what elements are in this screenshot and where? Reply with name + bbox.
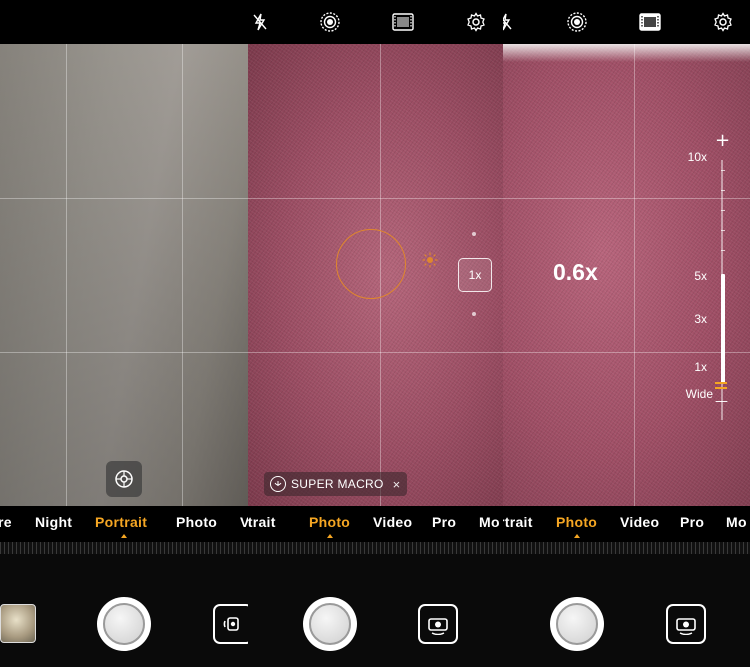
grid-line xyxy=(182,44,183,506)
zoom-slider-thumb[interactable] xyxy=(715,382,727,384)
zoom-tick xyxy=(721,170,725,171)
mode-item-portrait[interactable]: rtrait xyxy=(248,514,276,530)
active-mode-caret xyxy=(121,534,127,538)
shutter-button[interactable] xyxy=(97,597,151,651)
switch-camera-button[interactable] xyxy=(418,604,458,644)
zoom-out-icon[interactable]: — xyxy=(715,394,728,409)
mode-item-video[interactable]: Video xyxy=(373,514,412,530)
switch-camera-button[interactable] xyxy=(666,604,706,644)
mode-tick-strip xyxy=(248,542,503,554)
bottom-controls xyxy=(0,554,248,667)
top-bar xyxy=(248,0,503,44)
zoom-label-wide[interactable]: Wide xyxy=(673,387,713,401)
mode-item-more[interactable]: Mo xyxy=(479,514,500,530)
zoom-label-3x[interactable]: 3x xyxy=(667,312,707,326)
ai-lens-button[interactable] xyxy=(565,10,589,34)
mode-selector[interactable]: re Night Portrait Photo V xyxy=(0,506,248,542)
zoom-tick xyxy=(721,250,725,251)
flash-off-icon xyxy=(253,13,267,31)
shutter-button[interactable] xyxy=(550,597,604,651)
zoom-tick xyxy=(721,190,725,191)
zoom-readout: 0.6x xyxy=(553,259,598,285)
grid-line xyxy=(0,198,248,199)
bottom-controls xyxy=(248,554,503,667)
zoom-label-1x[interactable]: 1x xyxy=(667,360,707,374)
mode-tick-strip xyxy=(0,542,248,554)
zoom-level-button[interactable]: 1x xyxy=(458,258,492,292)
film-filter-button[interactable] xyxy=(638,10,662,34)
grid-line xyxy=(248,198,503,199)
bottom-controls xyxy=(503,554,750,667)
super-macro-label: SUPER MACRO xyxy=(291,477,384,491)
ai-lens-icon xyxy=(567,12,587,32)
zoom-dot[interactable] xyxy=(472,312,476,316)
viewfinder[interactable]: 1x SUPER MACRO × xyxy=(248,44,503,506)
mode-item-portrait[interactable]: Portrait xyxy=(95,514,147,530)
grid-line xyxy=(503,198,750,199)
mode-item-portrait[interactable]: rtrait xyxy=(503,514,533,530)
switch-camera-icon xyxy=(428,618,448,635)
gear-icon xyxy=(714,12,732,32)
exposure-sun-icon[interactable] xyxy=(422,252,438,268)
switch-camera-icon xyxy=(676,618,696,635)
viewfinder[interactable]: 0.6x + — 10x 5x 3x 1x Wide xyxy=(503,44,750,506)
zoom-in-icon[interactable]: + xyxy=(715,132,730,150)
macro-flower-icon xyxy=(270,476,286,492)
grid-line xyxy=(503,352,750,353)
zoom-slider-thumb[interactable] xyxy=(715,387,727,389)
switch-camera-icon xyxy=(223,617,239,631)
aperture-icon xyxy=(115,470,133,488)
shutter-button[interactable] xyxy=(303,597,357,651)
mode-selector[interactable]: rtrait Photo Video Pro Mo xyxy=(503,506,750,542)
zoom-dot[interactable] xyxy=(472,232,476,236)
mode-item[interactable]: V xyxy=(240,514,248,530)
super-macro-badge[interactable]: SUPER MACRO × xyxy=(264,472,407,496)
camera-screen-portrait: re Night Portrait Photo V xyxy=(0,0,248,667)
active-mode-caret xyxy=(327,534,333,538)
ai-lens-button[interactable] xyxy=(318,10,342,34)
flash-off-icon xyxy=(503,13,512,31)
zoom-tick xyxy=(721,230,725,231)
grid-line xyxy=(66,44,67,506)
mode-item-video[interactable]: Video xyxy=(620,514,659,530)
top-bar xyxy=(503,0,750,44)
switch-camera-button[interactable] xyxy=(213,604,248,644)
mode-item-pro[interactable]: Pro xyxy=(432,514,456,530)
settings-button[interactable] xyxy=(711,10,735,34)
gallery-thumbnail[interactable] xyxy=(0,604,36,643)
grid-line xyxy=(248,352,503,353)
top-bar xyxy=(0,0,248,44)
film-filter-icon xyxy=(639,13,661,31)
camera-screen-wide-zoom: 0.6x + — 10x 5x 3x 1x Wide rtrait Photo … xyxy=(503,0,750,667)
gear-icon xyxy=(467,12,485,32)
zoom-label-5x[interactable]: 5x xyxy=(667,269,707,283)
mode-item-more[interactable]: Mo xyxy=(726,514,747,530)
mode-item-photo[interactable]: Photo xyxy=(556,514,597,530)
settings-button[interactable] xyxy=(464,10,488,34)
viewfinder[interactable] xyxy=(0,44,248,506)
grid-line xyxy=(634,44,635,506)
film-filter-icon xyxy=(392,13,414,31)
flash-off-button[interactable] xyxy=(503,10,517,34)
mode-item-pro[interactable]: Pro xyxy=(680,514,704,530)
mode-selector[interactable]: rtrait Photo Video Pro Mo xyxy=(248,506,503,542)
light-edge xyxy=(503,44,750,62)
mode-item-night[interactable]: Night xyxy=(35,514,72,530)
mode-item-photo[interactable]: Photo xyxy=(176,514,217,530)
bokeh-aperture-button[interactable] xyxy=(106,461,142,497)
flash-off-button[interactable] xyxy=(248,10,272,34)
mode-tick-strip xyxy=(503,542,750,554)
mode-item-photo[interactable]: Photo xyxy=(309,514,350,530)
grid-line xyxy=(0,352,248,353)
active-mode-caret xyxy=(574,534,580,538)
zoom-tick xyxy=(721,210,725,211)
ai-lens-icon xyxy=(320,12,340,32)
camera-screen-super-macro: 1x SUPER MACRO × rtrait Photo Video Pro … xyxy=(248,0,503,667)
film-filter-button[interactable] xyxy=(391,10,415,34)
mode-item[interactable]: re xyxy=(0,514,12,530)
focus-ring xyxy=(336,229,406,299)
close-icon[interactable]: × xyxy=(393,477,401,492)
zoom-slider-fill xyxy=(721,274,725,384)
zoom-label-10x[interactable]: 10x xyxy=(667,150,707,164)
